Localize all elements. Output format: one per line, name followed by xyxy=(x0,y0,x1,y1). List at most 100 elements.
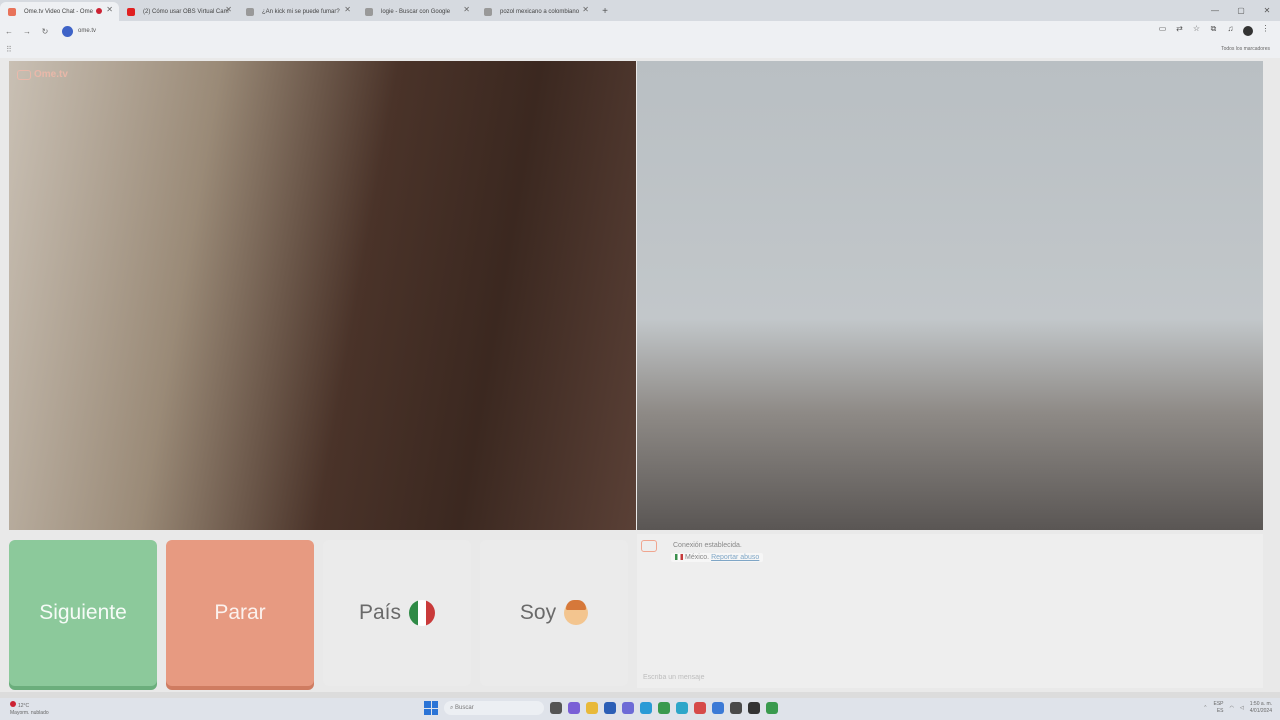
lang-code: ESP xyxy=(1213,701,1224,707)
gender-label: Soy xyxy=(519,601,557,624)
minimize-icon[interactable]: — xyxy=(1202,0,1228,20)
google-favicon-icon xyxy=(365,8,373,16)
tab-title: Ome.tv Video Chat - Ome xyxy=(24,8,93,15)
remote-video: Ome.tv xyxy=(9,61,636,530)
tab-title: ¿An kick mi se puede fumar? xyxy=(262,8,340,15)
close-tab-icon[interactable]: ✕ xyxy=(106,5,113,14)
browser-toolbar: ← → ↻ ome.tv ▭ ⇄ ☆ ⧉ ♫ ⋮ xyxy=(0,21,1280,41)
windows-start-icon[interactable] xyxy=(424,701,438,715)
stop-button[interactable]: Parar xyxy=(166,540,314,686)
app-icon[interactable] xyxy=(766,702,778,714)
next-button-label: Siguiente xyxy=(39,601,127,624)
all-bookmarks[interactable]: Todos los marcadores xyxy=(1221,46,1270,52)
tab-google-pozol[interactable]: pozol mexicano a colombiano ✕ xyxy=(476,2,595,21)
ometv-page: Ome.tv Siguiente Parar País Soy Conexión… xyxy=(0,58,1280,692)
window-controls: — ▢ ✕ xyxy=(1202,0,1280,20)
gender-selector-button[interactable]: Soy xyxy=(480,540,628,686)
clock-date: 4/01/2024 xyxy=(1249,708,1272,714)
bookmarks-bar: ⠿ Todos los marcadores xyxy=(0,41,1280,58)
chrome-icon[interactable] xyxy=(658,702,670,714)
tv-logo-icon xyxy=(641,540,657,552)
clock-time: 1:50 a. m. xyxy=(1249,701,1272,707)
tab-google-kick[interactable]: ¿An kick mi se puede fumar? ✕ xyxy=(238,2,357,21)
task-view-icon[interactable] xyxy=(550,702,562,714)
ometv-logo: Ome.tv xyxy=(17,69,68,80)
tab-title: (2) Cómo usar OBS Virtual Cam xyxy=(143,8,229,15)
tab-google-logie[interactable]: logie - Buscar con Google ✕ xyxy=(357,2,476,21)
store-icon[interactable] xyxy=(604,702,616,714)
partner-country: México. xyxy=(685,554,710,561)
new-tab-icon[interactable]: + xyxy=(597,2,613,21)
close-tab-icon[interactable]: ✕ xyxy=(463,5,470,14)
mexico-flag-icon xyxy=(675,554,683,561)
stop-button-label: Parar xyxy=(214,601,266,624)
app-icon[interactable] xyxy=(676,702,688,714)
copilot-icon[interactable] xyxy=(568,702,580,714)
reload-icon[interactable]: ↻ xyxy=(36,27,54,36)
back-icon[interactable]: ← xyxy=(0,27,18,36)
tab-title: logie - Buscar con Google xyxy=(381,8,451,15)
weather-temp: 12°C xyxy=(18,703,30,709)
wifi-icon[interactable]: ◠ xyxy=(1230,705,1234,711)
google-favicon-icon xyxy=(484,8,492,16)
lang-sub: ES xyxy=(1216,708,1224,714)
system-tray: ⌃ ESP ES ◠ ◁ 1:50 a. m. 4/01/2024 xyxy=(1203,701,1272,715)
ometv-favicon-icon xyxy=(8,8,16,16)
country-selector-button[interactable]: País xyxy=(323,540,471,686)
local-video xyxy=(637,61,1263,530)
edge-icon[interactable] xyxy=(640,702,652,714)
logo-text: Ome.tv xyxy=(34,69,68,80)
tab-title: pozol mexicano a colombiano xyxy=(500,8,580,15)
cast-icon[interactable]: ▭ xyxy=(1154,24,1171,36)
forward-icon[interactable]: → xyxy=(18,27,36,36)
report-abuse-link[interactable]: Reportar abuso xyxy=(711,554,759,561)
extensions-icon[interactable]: ⧉ xyxy=(1205,24,1222,36)
close-tab-icon[interactable]: ✕ xyxy=(344,5,351,14)
app-icon[interactable] xyxy=(694,702,706,714)
clock[interactable]: 1:50 a. m. 4/01/2024 xyxy=(1250,701,1272,715)
toolbar-icons: ▭ ⇄ ☆ ⧉ ♫ ⋮ xyxy=(1154,24,1274,36)
tv-logo-icon xyxy=(17,69,31,80)
close-tab-icon[interactable]: ✕ xyxy=(225,5,232,14)
apps-grid-icon[interactable]: ⠿ xyxy=(6,45,12,54)
address-bar[interactable]: ome.tv xyxy=(60,23,1120,39)
recording-indicator-icon xyxy=(96,8,102,14)
youtube-favicon-icon xyxy=(127,8,135,16)
maximize-icon[interactable]: ▢ xyxy=(1228,0,1254,20)
menu-icon[interactable]: ⋮ xyxy=(1257,24,1274,36)
language-indicator[interactable]: ESP ES xyxy=(1214,701,1224,715)
weather-widget[interactable]: 12°C Mayorm. nublado xyxy=(10,701,49,717)
country-label: País xyxy=(358,601,402,624)
tab-youtube-obs[interactable]: (2) Cómo usar OBS Virtual Cam ✕ xyxy=(119,2,238,21)
app-icon[interactable] xyxy=(730,702,742,714)
app-icon[interactable] xyxy=(712,702,724,714)
close-window-icon[interactable]: ✕ xyxy=(1254,0,1280,20)
tab-strip: Ome.tv Video Chat - Ome ✕ (2) Cómo usar … xyxy=(0,0,1280,21)
media-icon[interactable]: ♫ xyxy=(1222,24,1239,36)
boy-emoji-icon xyxy=(564,600,589,625)
next-button[interactable]: Siguiente xyxy=(9,540,157,686)
taskbar-apps: ⌕ Buscar xyxy=(424,701,778,715)
google-favicon-icon xyxy=(246,8,254,16)
obs-icon[interactable] xyxy=(748,702,760,714)
chat-message-input[interactable] xyxy=(643,674,1233,681)
weather-desc: Mayorm. nublado xyxy=(10,710,49,716)
profile-avatar[interactable] xyxy=(1243,26,1253,36)
tab-ometv[interactable]: Ome.tv Video Chat - Ome ✕ xyxy=(0,2,119,21)
site-info-icon[interactable] xyxy=(62,25,73,37)
chat-panel: Conexión establecida. México. Reportar a… xyxy=(637,534,1263,688)
volume-icon[interactable]: ◁ xyxy=(1240,705,1244,711)
partner-info: México. Reportar abuso xyxy=(671,553,764,562)
windows-taskbar: 12°C Mayorm. nublado ⌕ Buscar ⌃ ESP ES ◠… xyxy=(0,698,1280,720)
close-tab-icon[interactable]: ✕ xyxy=(582,5,589,14)
file-explorer-icon[interactable] xyxy=(586,702,598,714)
weather-alert-icon xyxy=(10,701,16,707)
url-text: ome.tv xyxy=(78,28,97,34)
translate-icon[interactable]: ⇄ xyxy=(1171,24,1188,36)
tray-chevron-icon[interactable]: ⌃ xyxy=(1203,705,1207,711)
teams-icon[interactable] xyxy=(622,702,634,714)
bookmark-star-icon[interactable]: ☆ xyxy=(1188,24,1205,36)
search-placeholder: Buscar xyxy=(455,705,474,711)
taskbar-search[interactable]: ⌕ Buscar xyxy=(444,701,544,715)
mexico-flag-icon xyxy=(409,600,436,626)
